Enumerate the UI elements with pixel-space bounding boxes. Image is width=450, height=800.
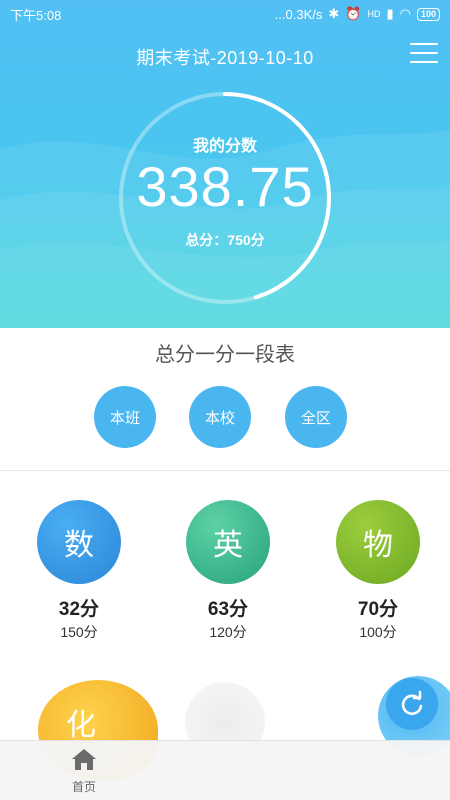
subject-physics[interactable]: 物 70分 100分 [333,500,423,642]
subject-math-score: 32分 [58,599,100,620]
subject-physics-full: 100分 [359,624,397,640]
refresh-icon [401,690,423,716]
subject-math[interactable]: 数 32分 150分 [34,500,124,642]
status-bar: 下午5:08 ...0.3K/s ✱ ⏰ HD ▮ ◠ 100 [0,0,450,28]
class-scope-button[interactable]: 本班 [94,386,156,448]
section-title: 总分一分一段表 [155,344,295,366]
score-value: 338.75 [136,155,314,218]
refresh-button[interactable] [386,678,438,730]
score-total: 总分：750分 [185,232,265,248]
school-scope-button[interactable]: 本校 [189,386,251,448]
nav-home[interactable]: 首页 [56,747,112,795]
score-label: 我的分数 [192,138,257,155]
network-type: HD [367,9,381,19]
subject-physics-score: 70分 [357,599,399,620]
signal-icon: ▮ [386,6,394,21]
subject-english-badge: 英 [186,500,270,584]
nav-home-label: 首页 [71,780,96,794]
subject-math-badge: 数 [37,500,121,584]
score-header: 下午5:08 ...0.3K/s ✱ ⏰ HD ▮ ◠ 100 期末考试-201… [0,0,450,328]
hamburger-menu-icon[interactable] [410,43,438,65]
section-divider [0,470,450,471]
bottom-navigation: 首页 [0,740,450,800]
home-icon [72,749,96,770]
network-speed: ...0.3K/s [274,6,323,22]
subject-english[interactable]: 英 63分 120分 [183,500,273,642]
alarm-icon: ⏰ [345,6,362,21]
page-title: 期末考试-2019-10-10 [136,48,314,68]
subject-english-score: 63分 [207,599,249,620]
bluetooth-icon: ✱ [328,6,340,21]
wifi-icon: ◠ [399,6,411,21]
battery-indicator: 100 [416,7,440,21]
subject-physics-badge: 物 [336,500,420,584]
subject-english-full: 120分 [209,624,247,640]
district-scope-button[interactable]: 全区 [285,386,347,448]
status-time: 下午5:08 [10,7,62,23]
subject-math-full: 150分 [60,624,98,640]
